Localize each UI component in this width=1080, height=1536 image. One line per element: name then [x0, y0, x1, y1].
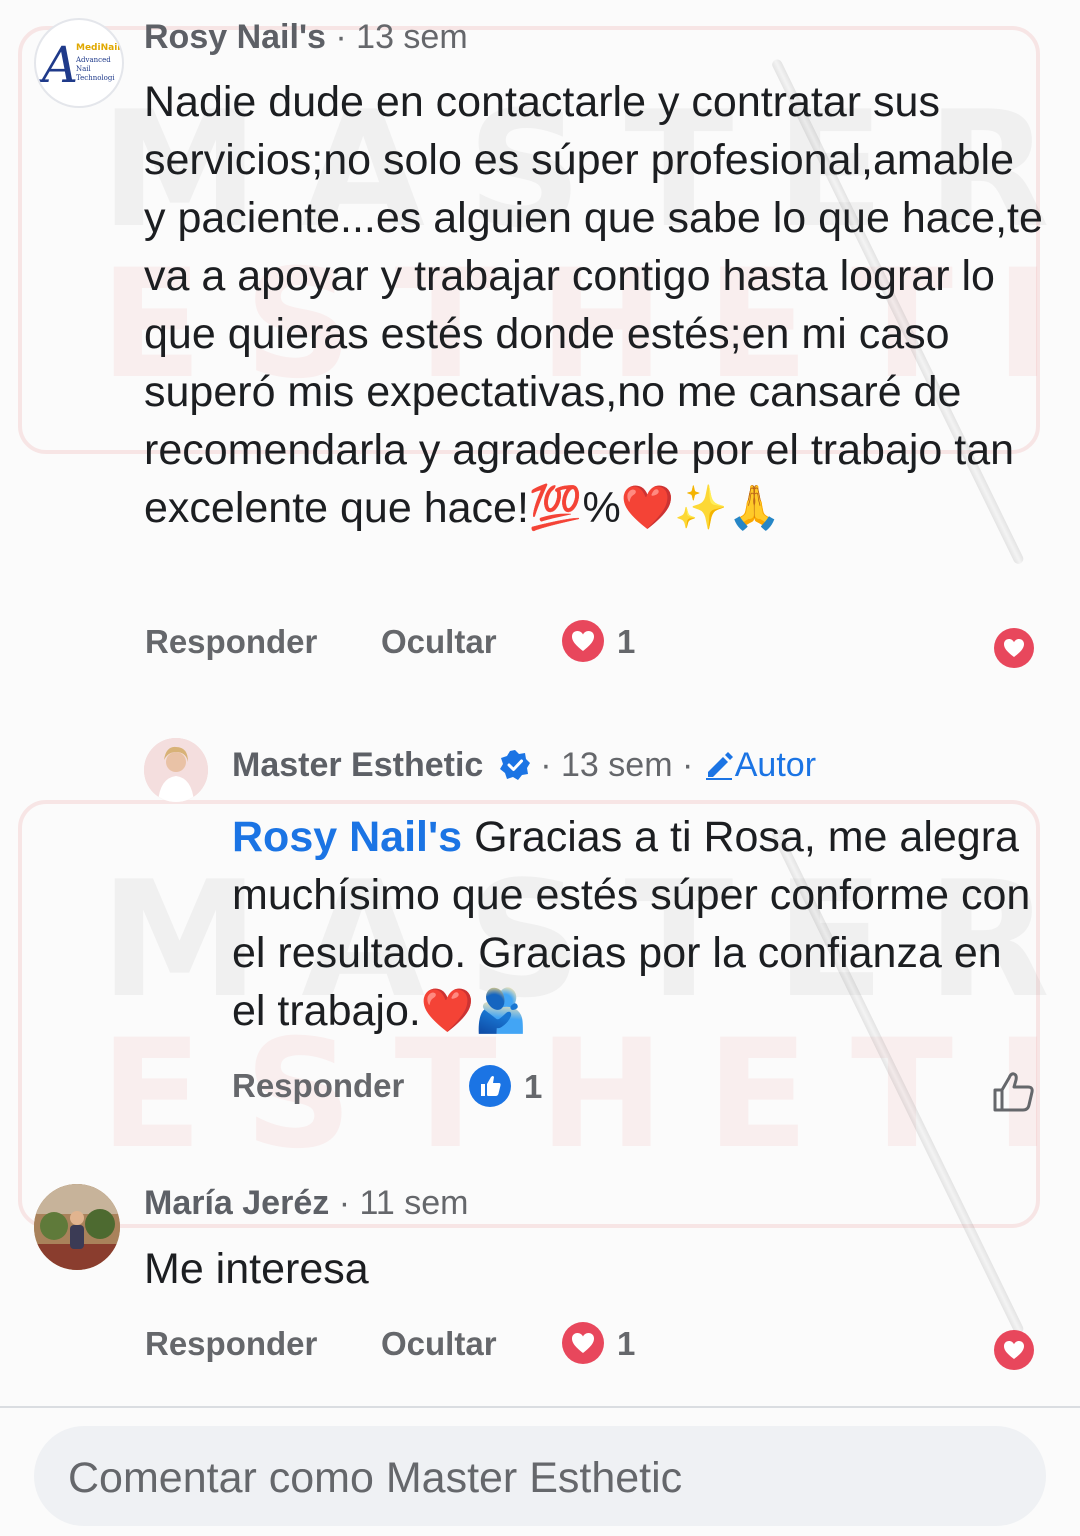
like-button-icon[interactable]	[990, 1068, 1038, 1116]
svg-text:MediNail: MediNail	[76, 43, 120, 53]
avatar-maria-jerez[interactable]	[34, 1184, 120, 1270]
timestamp[interactable]: 13 sem	[356, 18, 468, 56]
author-name[interactable]: Master Esthetic	[232, 746, 483, 784]
like-reaction-icon[interactable]	[469, 1065, 511, 1107]
author-badge: Autor	[703, 746, 816, 784]
reply-button[interactable]: Responder	[232, 1067, 404, 1105]
heart-reaction-icon[interactable]	[562, 620, 604, 662]
comment-meta: Rosy Nail's · 13 sem	[144, 18, 468, 56]
person-photo-icon	[34, 1184, 120, 1270]
verified-badge-icon	[499, 749, 531, 781]
svg-text:Technologi: Technologi	[76, 74, 115, 82]
author-name[interactable]: María Jeréz	[144, 1184, 329, 1222]
timestamp[interactable]: 13 sem	[561, 746, 673, 784]
pencil-icon	[703, 748, 735, 780]
person-photo-icon	[144, 738, 208, 802]
author-name[interactable]: Rosy Nail's	[144, 18, 326, 56]
love-button-icon[interactable]	[994, 1330, 1034, 1370]
comment-input[interactable]: Comentar como Master Esthetic	[34, 1426, 1046, 1526]
reaction-count[interactable]: 1	[617, 1325, 635, 1363]
mention-link[interactable]: Rosy Nail's	[232, 813, 462, 861]
reaction-count[interactable]: 1	[617, 623, 635, 661]
hide-button[interactable]: Ocultar	[381, 623, 497, 661]
comment-text: Nadie dude en contactarle y contratar su…	[144, 78, 1043, 532]
reply-button[interactable]: Responder	[145, 1325, 317, 1363]
medinail-logo-icon: A MediNail Advanced Nail Technologi	[38, 36, 120, 94]
reply-button[interactable]: Responder	[145, 623, 317, 661]
svg-text:A: A	[38, 36, 78, 94]
comment-text: Me interesa	[144, 1245, 369, 1293]
reply-text: Rosy Nail's Gracias a ti Rosa, me alegra…	[232, 808, 1042, 1040]
hide-button[interactable]: Ocultar	[381, 1325, 497, 1363]
comment-input-placeholder[interactable]: Comentar como Master Esthetic	[68, 1454, 682, 1503]
composer-divider	[0, 1406, 1080, 1408]
love-button-icon[interactable]	[994, 628, 1034, 668]
heart-reaction-icon[interactable]	[562, 1322, 604, 1364]
svg-text:Nail: Nail	[76, 65, 92, 73]
avatar-rosy-nails[interactable]: A MediNail Advanced Nail Technologi	[34, 18, 124, 108]
avatar-master-esthetic[interactable]	[144, 738, 208, 802]
reply-meta: Master Esthetic · 13 sem · Autor	[232, 746, 817, 784]
svg-text:Advanced: Advanced	[75, 56, 111, 64]
comment-meta: María Jeréz · 11 sem	[144, 1184, 469, 1222]
reaction-count[interactable]: 1	[524, 1068, 542, 1106]
timestamp[interactable]: 11 sem	[359, 1184, 468, 1222]
